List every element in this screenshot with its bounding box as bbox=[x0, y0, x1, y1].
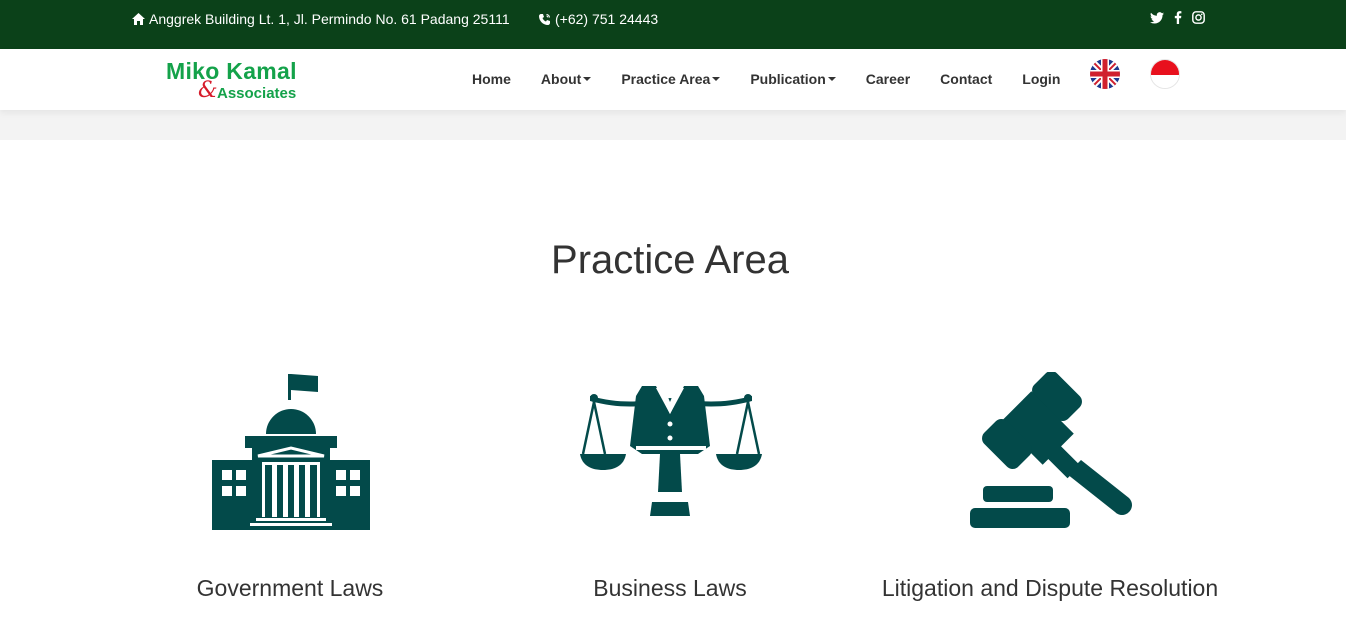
main-navbar: Miko Kamal & Associates Home About Pract… bbox=[0, 49, 1346, 110]
logo-associates: Associates bbox=[217, 85, 297, 102]
practice-area-label[interactable]: Litigation and Dispute Resolution bbox=[860, 575, 1240, 602]
nav-item-login[interactable]: Login bbox=[1022, 71, 1060, 87]
home-icon bbox=[132, 13, 145, 25]
address-text: Anggrek Building Lt. 1, Jl. Permindo No.… bbox=[149, 11, 510, 27]
gavel-icon[interactable] bbox=[969, 371, 1133, 530]
practice-area-label[interactable]: Business Laws bbox=[520, 575, 820, 602]
twitter-icon[interactable] bbox=[1150, 11, 1164, 24]
facebook-icon[interactable] bbox=[1174, 11, 1182, 24]
chevron-down-icon bbox=[827, 77, 836, 81]
social-links bbox=[1150, 11, 1205, 24]
page-title: Practice Area bbox=[551, 238, 789, 282]
instagram-icon[interactable] bbox=[1192, 11, 1205, 24]
business-scale-icon[interactable] bbox=[580, 384, 762, 518]
phone-icon bbox=[539, 13, 550, 25]
page-header-band bbox=[0, 110, 1346, 140]
logo-ampersand: & bbox=[198, 78, 218, 103]
logo-name: Miko Kamal bbox=[166, 58, 297, 84]
nav-item-about[interactable]: About bbox=[541, 71, 592, 87]
phone: (+62) 751 24443 bbox=[538, 11, 658, 27]
flag-indonesia-icon[interactable] bbox=[1150, 59, 1180, 89]
flag-uk-icon[interactable] bbox=[1090, 59, 1120, 89]
nav-item-practice-area[interactable]: Practice Area bbox=[621, 71, 721, 87]
practice-area-label[interactable]: Government Laws bbox=[140, 575, 440, 602]
nav-item-contact[interactable]: Contact bbox=[940, 71, 992, 87]
chevron-down-icon bbox=[583, 77, 592, 81]
top-info-bar: Anggrek Building Lt. 1, Jl. Permindo No.… bbox=[0, 0, 1346, 49]
nav-menu: Home About Practice Area Publication Car… bbox=[472, 71, 1060, 87]
logo[interactable]: Miko Kamal & Associates bbox=[166, 58, 311, 104]
nav-item-publication[interactable]: Publication bbox=[750, 71, 836, 87]
nav-item-home[interactable]: Home bbox=[472, 71, 511, 87]
government-building-icon[interactable] bbox=[212, 372, 370, 530]
chevron-down-icon bbox=[712, 77, 721, 81]
nav-item-career[interactable]: Career bbox=[866, 71, 910, 87]
phone-text: (+62) 751 24443 bbox=[555, 11, 659, 27]
address: Anggrek Building Lt. 1, Jl. Permindo No.… bbox=[132, 11, 510, 27]
